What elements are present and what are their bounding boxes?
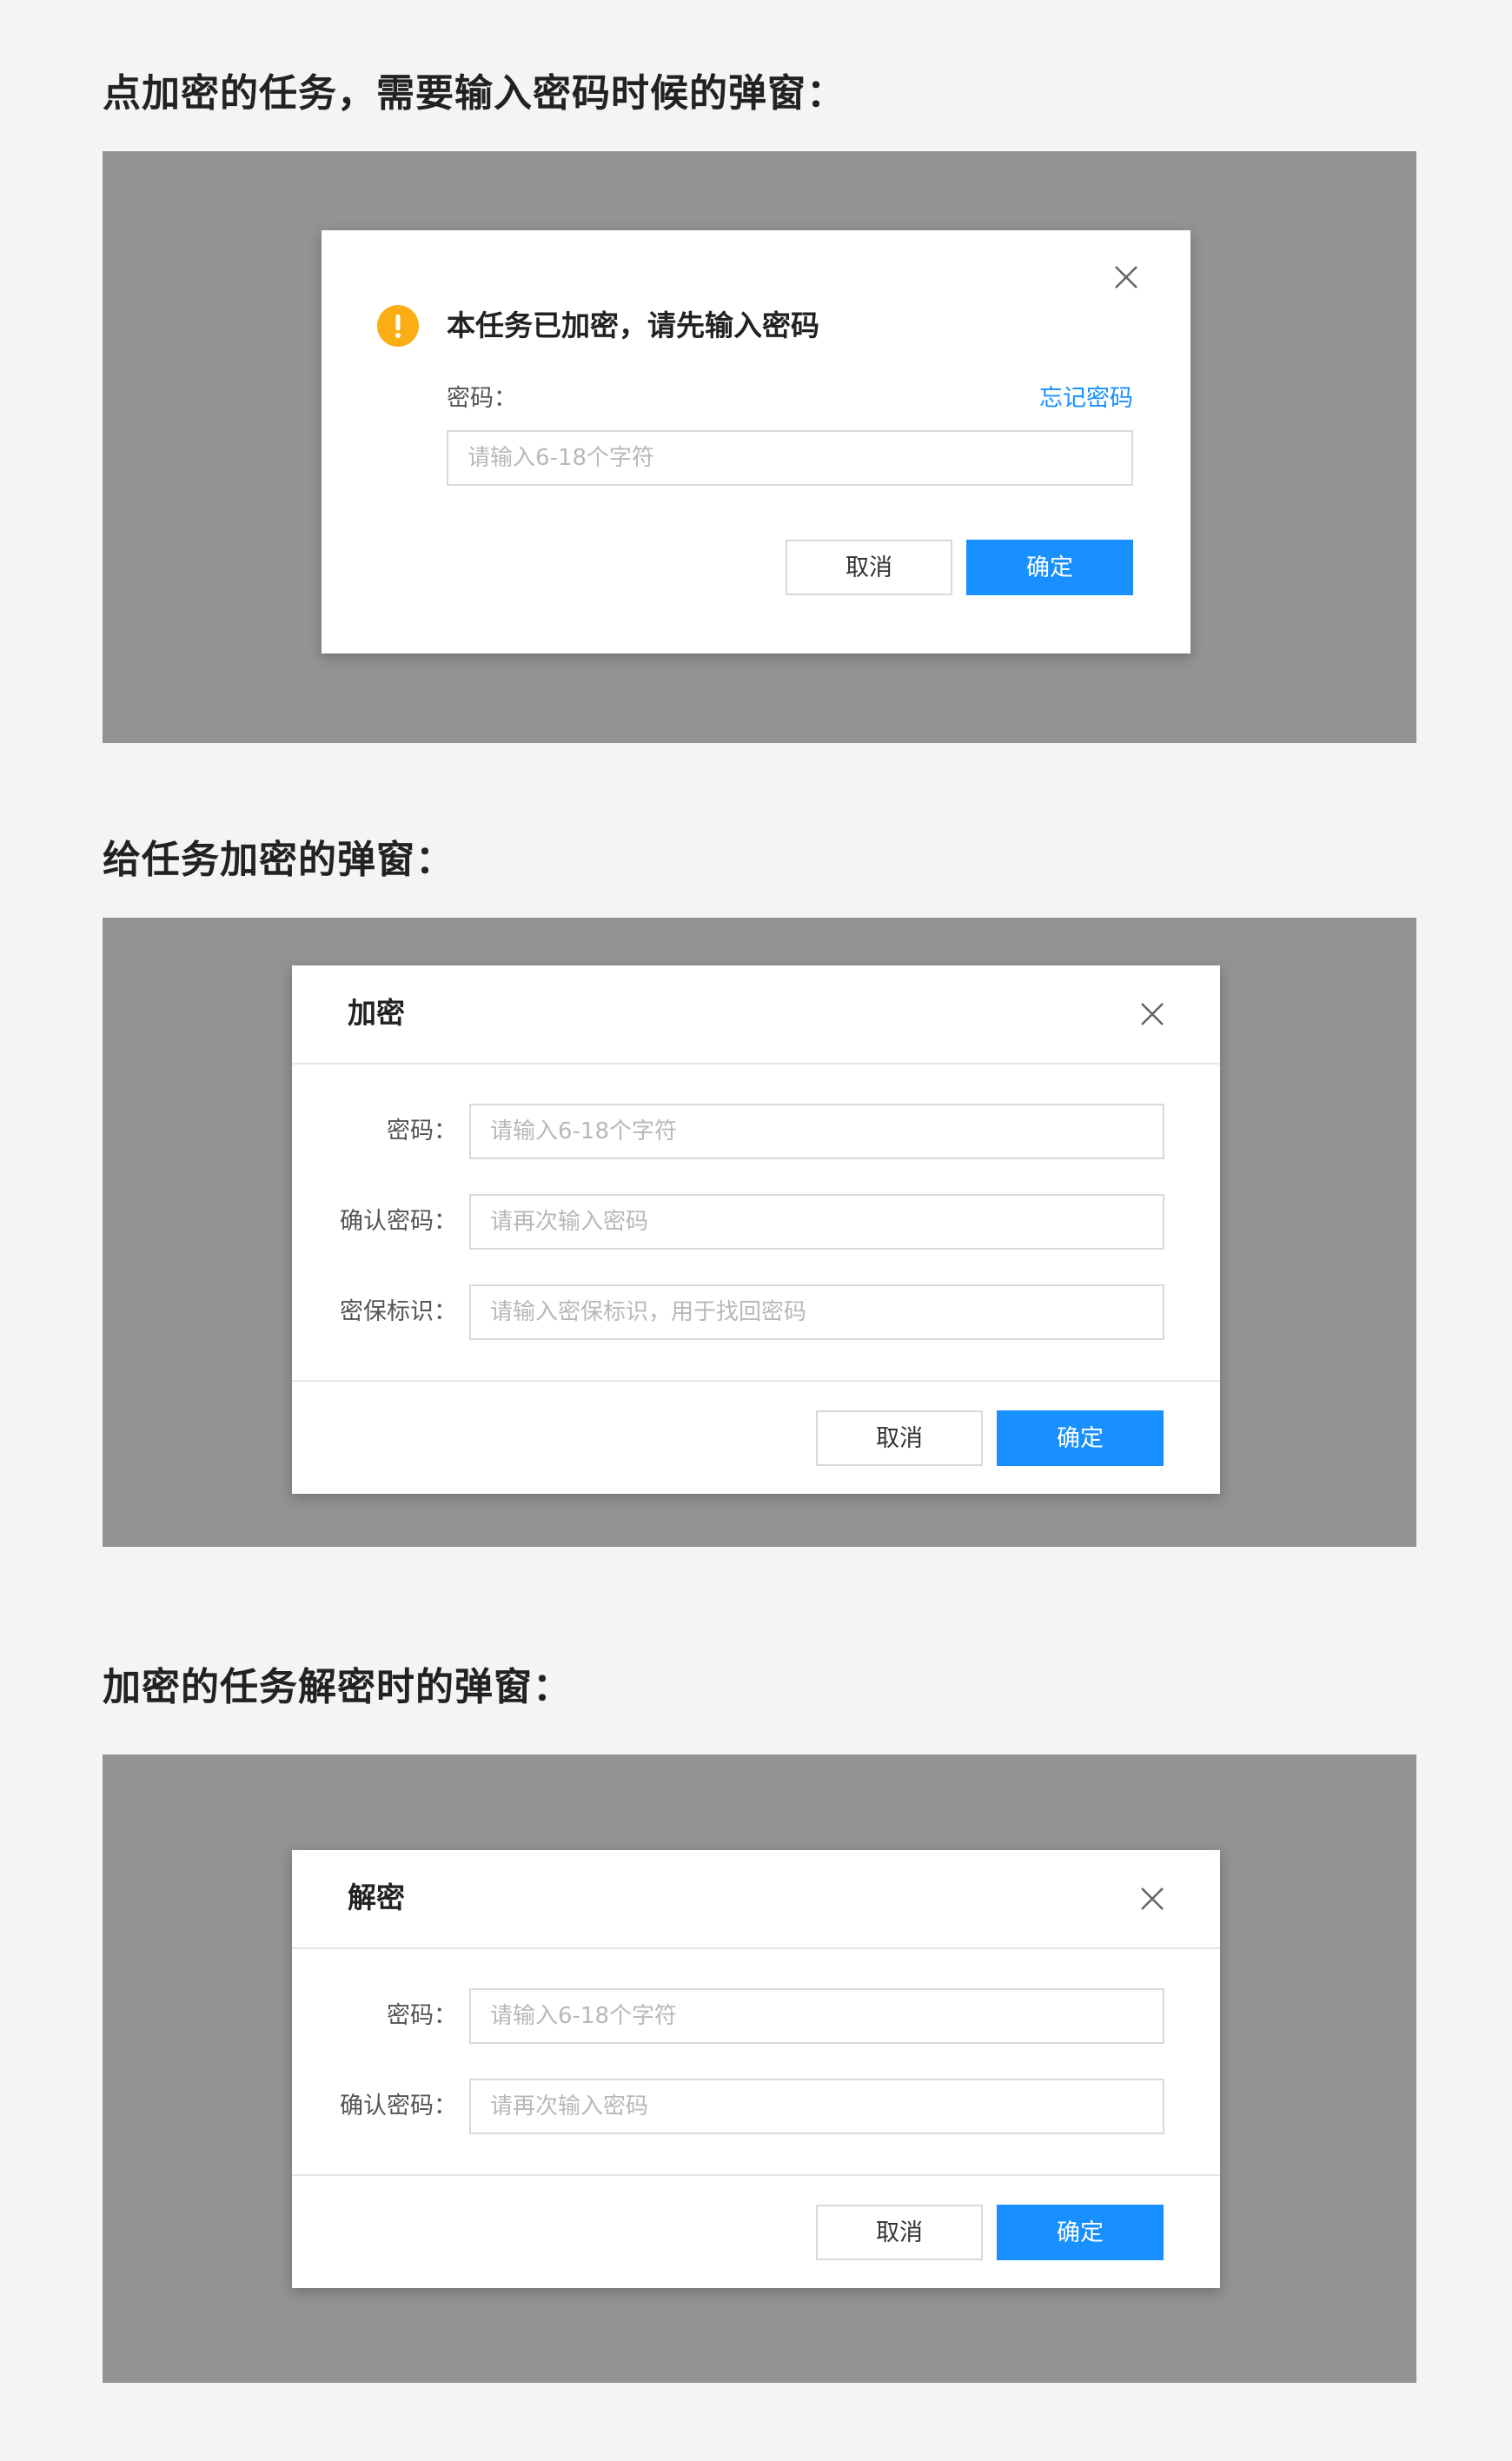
confirm-button[interactable]: 确定 [997, 1410, 1164, 1466]
modal-backdrop: 加密 密码： 确认密码： 密保标识： 取消 确定 [103, 918, 1416, 1547]
confirm-button[interactable]: 确定 [966, 540, 1133, 595]
close-icon[interactable] [1138, 1885, 1166, 1913]
close-icon[interactable] [1138, 1000, 1166, 1028]
close-icon[interactable] [1112, 263, 1140, 291]
confirm-password-input[interactable] [469, 1194, 1164, 1250]
modal-backdrop: 本任务已加密，请先输入密码 密码： 忘记密码 取消 确定 [103, 151, 1416, 743]
warning-icon [377, 305, 419, 347]
dialog-message: 本任务已加密，请先输入密码 [447, 308, 819, 342]
cancel-button[interactable]: 取消 [816, 2205, 983, 2260]
section-title-decrypt: 加密的任务解密时的弹窗： [103, 1665, 572, 1709]
confirm-button[interactable]: 确定 [997, 2205, 1164, 2260]
header-divider [292, 1063, 1220, 1065]
security-hint-input[interactable] [469, 1284, 1164, 1340]
password-label: 密码： [387, 1118, 457, 1144]
cancel-button[interactable]: 取消 [816, 1410, 983, 1466]
confirm-password-label: 确认密码： [340, 1208, 457, 1235]
security-hint-label: 密保标识： [340, 1298, 457, 1325]
password-prompt-dialog: 本任务已加密，请先输入密码 密码： 忘记密码 取消 确定 [322, 230, 1190, 653]
decrypt-dialog: 解密 密码： 确认密码： 取消 确定 [292, 1850, 1220, 2288]
dialog-title: 解密 [348, 1881, 405, 1914]
password-input[interactable] [447, 430, 1133, 486]
cancel-button[interactable]: 取消 [786, 540, 952, 595]
footer-divider [292, 2174, 1220, 2176]
section-title-encrypt: 给任务加密的弹窗： [103, 838, 454, 882]
modal-backdrop: 解密 密码： 确认密码： 取消 确定 [103, 1755, 1416, 2383]
password-label: 密码： [387, 2002, 457, 2029]
header-divider [292, 1947, 1220, 1949]
password-input[interactable] [469, 1104, 1164, 1159]
footer-divider [292, 1380, 1220, 1382]
dialog-title: 加密 [348, 996, 405, 1030]
password-label: 密码： [447, 385, 517, 412]
section-title-password-prompt: 点加密的任务，需要输入密码时候的弹窗： [103, 71, 846, 116]
forgot-password-link[interactable]: 忘记密码 [1039, 381, 1133, 416]
password-input[interactable] [469, 1988, 1164, 2044]
encrypt-dialog: 加密 密码： 确认密码： 密保标识： 取消 确定 [292, 965, 1220, 1494]
confirm-password-input[interactable] [469, 2079, 1164, 2134]
confirm-password-label: 确认密码： [340, 2093, 457, 2119]
